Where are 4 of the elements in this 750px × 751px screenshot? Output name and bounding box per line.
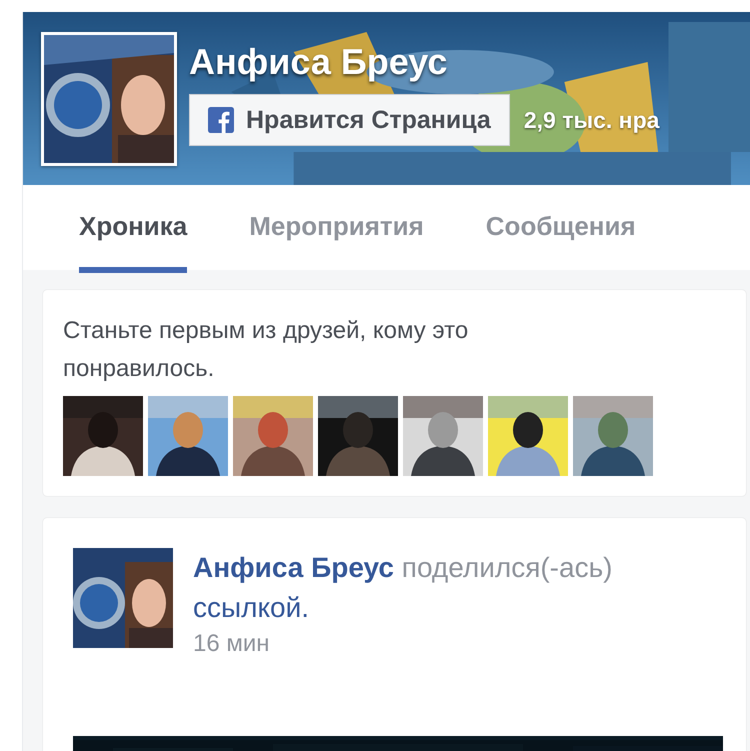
post-text: Анфиса Бреус поделился(-ась) ссылкой.: [193, 551, 614, 625]
friends-text: Станьте первым из друзей, кому это понравилось.: [63, 316, 470, 384]
link[interactable]: ссылкой.: [193, 592, 310, 623]
author-link[interactable]: Анфиса Бреус: [193, 552, 394, 583]
